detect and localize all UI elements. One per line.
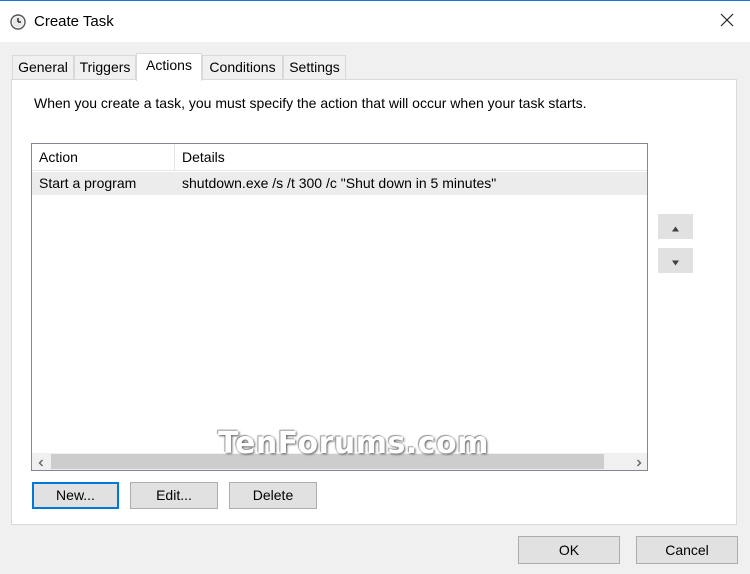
chevron-left-icon [37, 454, 45, 470]
column-header-details[interactable]: Details [175, 144, 647, 171]
close-icon [720, 13, 734, 30]
title-bar: Create Task [0, 0, 750, 42]
table-row[interactable]: Start a program shutdown.exe /s /t 300 /… [32, 172, 647, 195]
triangle-up-icon [671, 219, 680, 235]
clock-icon [10, 14, 26, 30]
close-button[interactable] [704, 1, 750, 42]
delete-action-button[interactable]: Delete [229, 482, 317, 509]
cancel-button[interactable]: Cancel [636, 536, 738, 564]
scroll-left-button[interactable] [32, 453, 49, 470]
actions-list[interactable]: Action Details Start a program shutdown.… [31, 143, 648, 471]
scroll-right-button[interactable] [630, 453, 647, 470]
window-title: Create Task [34, 13, 114, 30]
move-down-button[interactable] [658, 248, 693, 273]
tab-settings[interactable]: Settings [283, 55, 346, 80]
tab-actions[interactable]: Actions [136, 53, 202, 81]
actions-description: When you create a task, you must specify… [34, 95, 587, 111]
tab-triggers[interactable]: Triggers [74, 55, 136, 80]
chevron-right-icon [635, 454, 643, 470]
edit-action-button[interactable]: Edit... [130, 482, 218, 509]
ok-button[interactable]: OK [518, 536, 620, 564]
column-header-action[interactable]: Action [32, 144, 175, 171]
watermark-text: TenForums.com [218, 426, 489, 461]
tab-general[interactable]: General [12, 55, 74, 80]
tab-conditions[interactable]: Conditions [202, 55, 283, 80]
move-up-button[interactable] [658, 214, 693, 239]
list-header: Action Details [32, 144, 647, 171]
new-action-button[interactable]: New... [32, 482, 119, 509]
row-details-cell: shutdown.exe /s /t 300 /c "Shut down in … [182, 175, 497, 191]
row-action-cell: Start a program [39, 175, 137, 191]
triangle-down-icon [671, 253, 680, 269]
